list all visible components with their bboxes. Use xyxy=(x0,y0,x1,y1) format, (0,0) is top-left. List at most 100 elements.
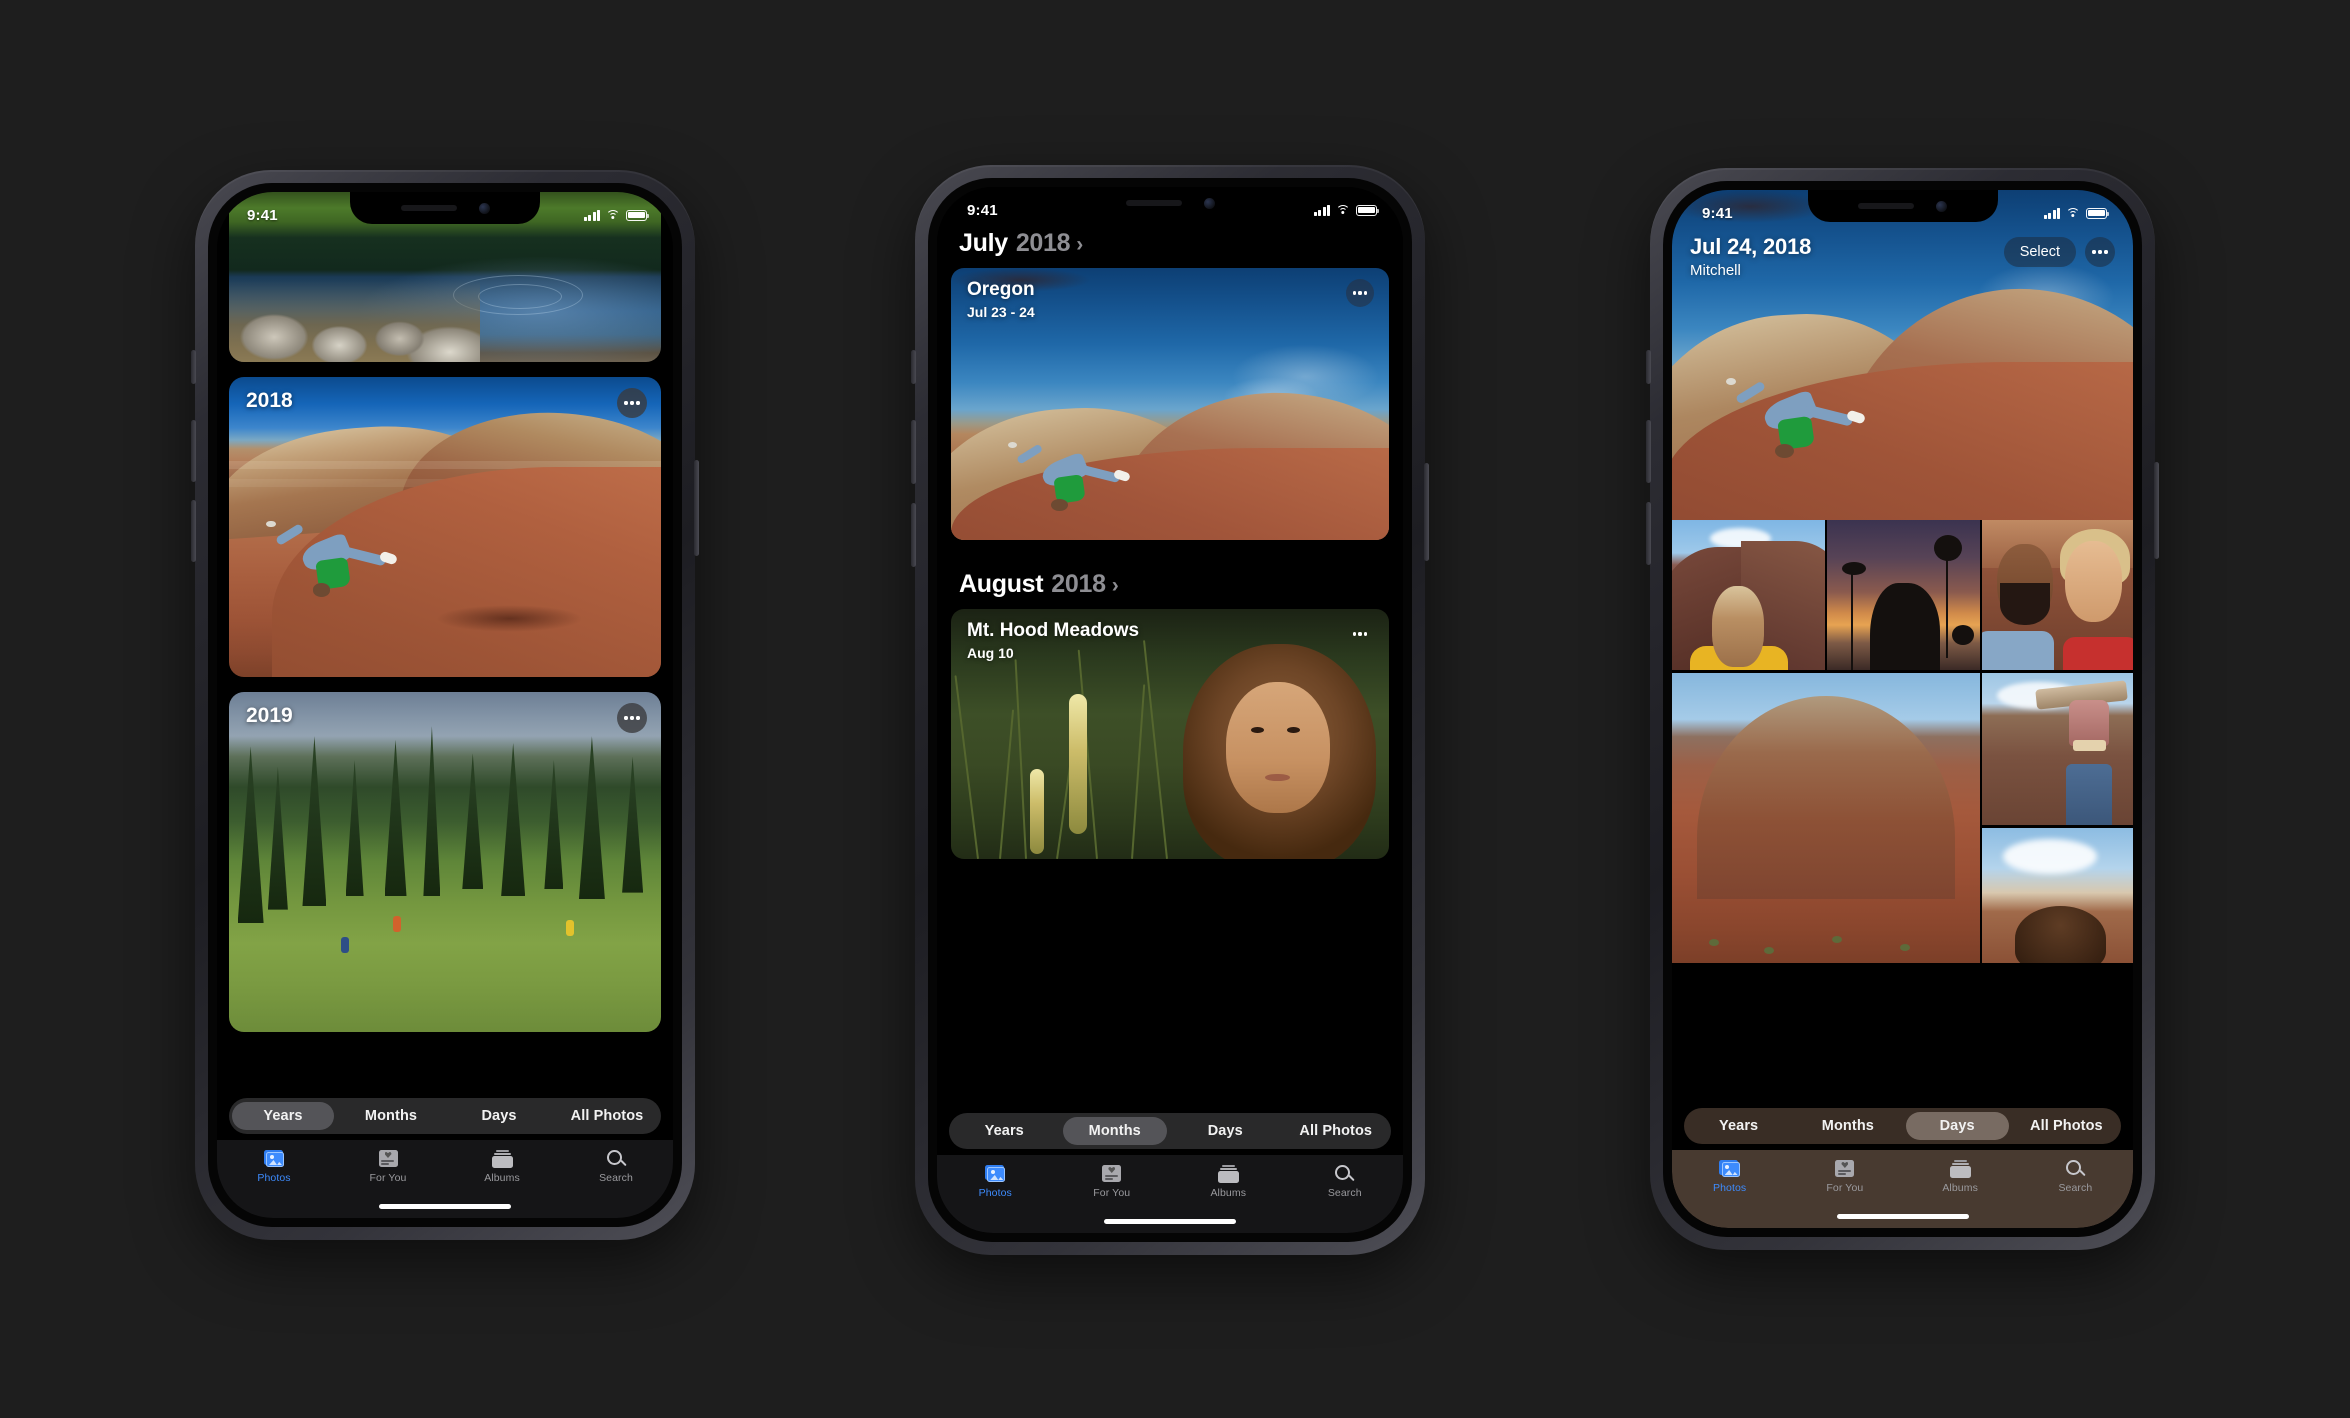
card-title-oregon: Oregon xyxy=(967,279,1035,300)
tab-photos-label: Photos xyxy=(1712,1182,1747,1194)
segment-all-photos[interactable]: All Photos xyxy=(2015,1112,2118,1140)
for-you-icon xyxy=(1099,1163,1124,1184)
tab-photos[interactable]: Photos xyxy=(217,1148,331,1218)
tab-for-you-label: For You xyxy=(1093,1187,1131,1199)
volume-down-button[interactable] xyxy=(191,500,196,562)
front-camera-icon xyxy=(1936,200,1947,212)
tab-search-label: Search xyxy=(1327,1187,1362,1199)
albums-icon xyxy=(1948,1158,1973,1179)
phone-bezel: 9:41 2018 2019 Years Months Days All Pho… xyxy=(208,183,682,1227)
segment-years[interactable]: Years xyxy=(952,1117,1057,1145)
more-options-button[interactable] xyxy=(2085,237,2115,267)
phone-bezel: 9:41 July 2018 › Oregon Jul 23 - 24 Augu… xyxy=(928,178,1412,1242)
power-button[interactable] xyxy=(694,460,699,556)
month-card-oregon[interactable]: Oregon Jul 23 - 24 xyxy=(951,268,1389,540)
select-button[interactable]: Select xyxy=(2003,237,2076,267)
segmented-control-3[interactable]: Years Months Days All Photos xyxy=(1684,1108,2121,1144)
tab-photos-label: Photos xyxy=(257,1172,291,1184)
month-header-july[interactable]: July 2018 › xyxy=(937,229,1403,258)
photo-meadow-portrait xyxy=(951,609,1389,859)
screen-days: Jul 24, 2018 Mitchell Select 9:41 Years … xyxy=(1672,190,2133,1228)
home-indicator-3[interactable] xyxy=(1836,1214,1969,1219)
segmented-control-1[interactable]: Years Months Days All Photos xyxy=(229,1098,661,1134)
year-card-2018[interactable]: 2018 xyxy=(229,377,661,677)
front-camera-icon xyxy=(1203,197,1215,209)
tab-photos[interactable]: Photos xyxy=(1672,1158,1787,1228)
volume-up-button[interactable] xyxy=(1646,420,1651,483)
grid-photo-red-hill[interactable] xyxy=(1672,673,1980,963)
volume-up-button[interactable] xyxy=(191,420,196,482)
tab-for-you-label: For You xyxy=(1826,1182,1864,1194)
tab-albums-label: Albums xyxy=(484,1172,520,1184)
year-more-button-2018[interactable] xyxy=(617,388,647,418)
grid-photo-couple-selfie[interactable] xyxy=(1981,520,2133,670)
photo-painted-hills-cartwheel xyxy=(229,377,661,677)
card-more-button-oregon[interactable] xyxy=(1346,279,1374,307)
search-icon xyxy=(604,1148,629,1169)
day-header: Jul 24, 2018 Mitchell Select xyxy=(1672,234,2133,279)
status-time: 9:41 xyxy=(247,206,278,224)
earpiece-speaker xyxy=(1125,200,1182,206)
power-button[interactable] xyxy=(1424,463,1429,561)
days-scroll-view[interactable] xyxy=(1672,190,2133,1228)
screen-years: 9:41 2018 2019 Years Months Days All Pho… xyxy=(217,192,673,1218)
tab-search[interactable]: Search xyxy=(2018,1158,2133,1228)
segment-months[interactable]: Months xyxy=(340,1102,442,1130)
status-time: 9:41 xyxy=(967,201,998,219)
tab-search[interactable]: Search xyxy=(1287,1163,1404,1233)
volume-down-button[interactable] xyxy=(1646,502,1651,565)
volume-up-button[interactable] xyxy=(911,420,916,484)
phone-days: Jul 24, 2018 Mitchell Select 9:41 Years … xyxy=(1646,168,2159,1250)
segment-days[interactable]: Days xyxy=(448,1102,550,1130)
day-header-actions: Select xyxy=(2003,234,2115,267)
tab-search-label: Search xyxy=(2058,1182,2093,1194)
month-year: 2018 xyxy=(1015,229,1071,257)
card-more-button-mt-hood[interactable] xyxy=(1346,620,1374,648)
tab-for-you-label: For You xyxy=(369,1172,407,1184)
month-card-mt-hood[interactable]: Mt. Hood Meadows Aug 10 xyxy=(951,609,1389,859)
segment-all-photos[interactable]: All Photos xyxy=(1284,1117,1389,1145)
notch xyxy=(1075,187,1265,219)
grid-photo-boy[interactable] xyxy=(1672,520,1826,670)
front-camera-icon xyxy=(478,202,490,214)
year-card-2019[interactable]: 2019 xyxy=(229,692,661,1032)
mute-switch[interactable] xyxy=(1646,350,1651,384)
phone-bezel: Jul 24, 2018 Mitchell Select 9:41 Years … xyxy=(1663,181,2142,1237)
mute-switch[interactable] xyxy=(911,350,916,384)
tab-photos-label: Photos xyxy=(978,1187,1012,1199)
home-indicator-1[interactable] xyxy=(379,1204,511,1209)
segment-months[interactable]: Months xyxy=(1062,1117,1167,1145)
search-icon xyxy=(2063,1158,2088,1179)
phone-years: 9:41 2018 2019 Years Months Days All Pho… xyxy=(191,170,699,1240)
segmented-control-2[interactable]: Years Months Days All Photos xyxy=(949,1113,1391,1149)
volume-down-button[interactable] xyxy=(911,503,916,567)
screen-months: 9:41 July 2018 › Oregon Jul 23 - 24 Augu… xyxy=(937,187,1403,1233)
mute-switch[interactable] xyxy=(191,350,196,384)
segment-all-photos[interactable]: All Photos xyxy=(556,1102,658,1130)
grid-photo-sky-hair[interactable] xyxy=(1981,828,2133,963)
months-scroll-view[interactable]: July 2018 › Oregon Jul 23 - 24 August 20… xyxy=(937,187,1403,1233)
segment-days[interactable]: Days xyxy=(1905,1112,2009,1140)
segment-days[interactable]: Days xyxy=(1173,1117,1278,1145)
photos-icon xyxy=(1717,1158,1742,1179)
photos-icon xyxy=(262,1148,287,1169)
years-scroll-view[interactable]: 2018 2019 xyxy=(217,192,673,1218)
home-indicator-2[interactable] xyxy=(1104,1219,1236,1224)
day-title: Jul 24, 2018 xyxy=(1690,234,1812,259)
month-header-august[interactable]: August 2018 › xyxy=(937,570,1403,599)
albums-icon xyxy=(490,1148,515,1169)
battery-icon xyxy=(1356,204,1379,216)
segment-months[interactable]: Months xyxy=(1796,1112,1899,1140)
power-button[interactable] xyxy=(2154,462,2159,559)
tab-search[interactable]: Search xyxy=(559,1148,673,1218)
year-more-button-2019[interactable] xyxy=(617,703,647,733)
grid-photo-boot[interactable] xyxy=(1981,673,2133,825)
earpiece-speaker xyxy=(1858,203,1914,209)
notch xyxy=(1807,190,1998,222)
segment-years[interactable]: Years xyxy=(232,1102,334,1130)
signal-bars-icon xyxy=(1313,204,1330,216)
tab-photos[interactable]: Photos xyxy=(937,1163,1054,1233)
grid-photo-sunset-flowers[interactable] xyxy=(1826,520,1980,670)
wifi-icon xyxy=(606,209,620,221)
segment-years[interactable]: Years xyxy=(1687,1112,1790,1140)
